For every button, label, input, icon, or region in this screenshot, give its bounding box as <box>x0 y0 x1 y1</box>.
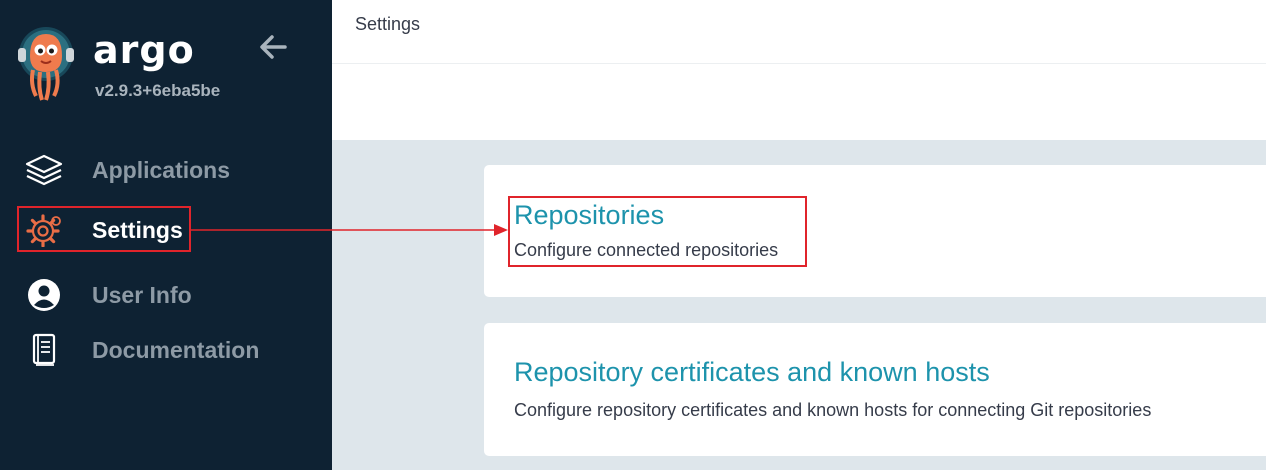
toolbar-area <box>332 64 1266 140</box>
settings-highlight-box <box>17 206 191 252</box>
sidebar-item-label: Documentation <box>92 337 260 363</box>
sidebar-item-user-info[interactable]: User Info <box>0 272 332 318</box>
argo-octopus-logo-icon[interactable] <box>16 26 76 102</box>
repositories-highlight-box <box>508 196 807 267</box>
layers-icon <box>25 154 63 186</box>
card-title[interactable]: Repository certificates and known hosts <box>514 357 990 388</box>
sidebar-item-documentation[interactable]: Documentation <box>0 327 332 373</box>
version-label: v2.9.3+6eba5be <box>95 81 221 100</box>
repository-certificates-card[interactable]: Repository certificates and known hosts … <box>484 323 1266 456</box>
arrow-left-icon[interactable] <box>258 34 288 60</box>
sidebar-item-applications[interactable]: Applications <box>0 147 332 193</box>
sidebar-item-label: User Info <box>92 282 192 308</box>
card-description: Configure repository certificates and kn… <box>514 400 1152 420</box>
book-icon <box>32 333 56 366</box>
brand-name: argo <box>93 28 195 72</box>
page-title: Settings <box>355 14 421 34</box>
top-bar: Settings <box>332 0 1266 64</box>
user-circle-icon <box>28 279 60 311</box>
sidebar-item-label: Applications <box>92 157 231 183</box>
